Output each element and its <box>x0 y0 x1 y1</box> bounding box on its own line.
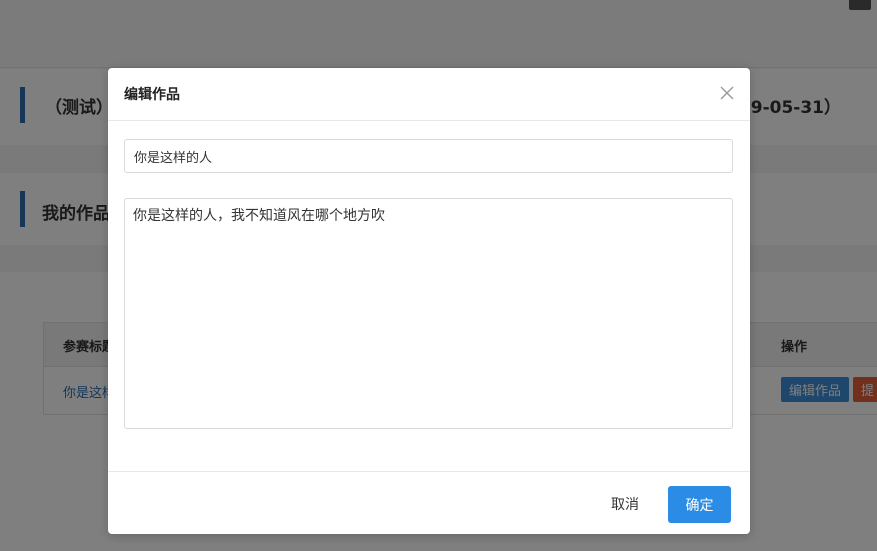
confirm-button[interactable]: 确定 <box>668 486 731 523</box>
work-title-input[interactable] <box>124 139 733 173</box>
close-icon[interactable] <box>718 84 736 102</box>
cancel-button[interactable]: 取消 <box>598 488 652 520</box>
edit-work-dialog: 编辑作品 你是这样的人，我不知道风在哪个地方吹 取消 确定 <box>108 68 750 534</box>
dialog-title: 编辑作品 <box>124 87 180 103</box>
dialog-header: 编辑作品 <box>108 68 750 121</box>
dialog-footer: 取消 确定 <box>108 471 750 534</box>
work-content-textarea[interactable]: 你是这样的人，我不知道风在哪个地方吹 <box>124 198 733 429</box>
